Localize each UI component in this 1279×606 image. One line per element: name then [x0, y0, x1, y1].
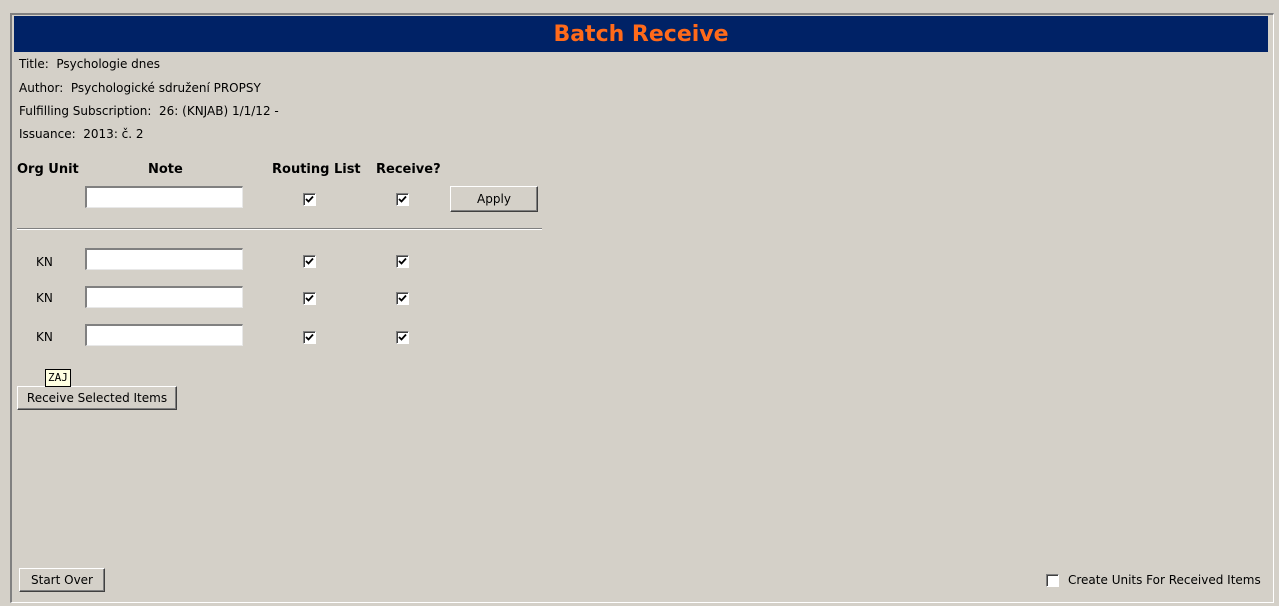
checkmark-icon [398, 294, 407, 302]
batch-receive-panel [10, 13, 1274, 603]
row-note-input[interactable] [85, 286, 243, 308]
checkmark-icon [398, 195, 407, 203]
author-value: Psychologické sdružení PROPSY [70, 81, 261, 95]
title-line: Title: Psychologie dnes [19, 57, 160, 71]
bulk-note-input[interactable] [85, 186, 243, 208]
create-units-label[interactable]: Create Units For Received Items [1068, 573, 1261, 587]
issuance-label: Issuance: [19, 127, 76, 141]
divider [17, 228, 542, 230]
title-value: Psychologie dnes [56, 57, 161, 71]
receive-selected-button[interactable]: Receive Selected Items [17, 386, 177, 410]
row-receive-checkbox[interactable] [396, 255, 409, 268]
subscription-line: Fulfilling Subscription: 26: (KNJAB) 1/1… [19, 104, 279, 118]
row-org-unit: KN [36, 291, 53, 305]
author-line: Author: Psychologické sdružení PROPSY [19, 81, 261, 95]
apply-button[interactable]: Apply [450, 186, 538, 212]
page-header: Batch Receive [14, 16, 1268, 52]
subscription-label: Fulfilling Subscription: [19, 104, 152, 118]
bulk-receive-checkbox[interactable] [396, 193, 409, 206]
subscription-value: 26: (KNJAB) 1/1/12 - [159, 104, 279, 118]
title-label: Title: [19, 57, 49, 71]
author-label: Author: [19, 81, 64, 95]
tooltip: ZAJ [45, 369, 71, 387]
row-routing-checkbox[interactable] [303, 331, 316, 344]
checkmark-icon [305, 294, 314, 302]
checkmark-icon [398, 257, 407, 265]
row-routing-checkbox[interactable] [303, 292, 316, 305]
column-header-routing-list: Routing List [272, 162, 361, 177]
row-receive-checkbox[interactable] [396, 292, 409, 305]
row-routing-checkbox[interactable] [303, 255, 316, 268]
checkmark-icon [305, 257, 314, 265]
row-org-unit: KN [36, 330, 53, 344]
start-over-button[interactable]: Start Over [19, 568, 105, 592]
column-header-org-unit: Org Unit [17, 162, 79, 177]
column-header-receive: Receive? [376, 162, 441, 177]
create-units-checkbox[interactable] [1046, 574, 1059, 587]
checkmark-icon [305, 195, 314, 203]
column-header-note: Note [148, 162, 183, 177]
row-note-input[interactable] [85, 324, 243, 346]
row-note-input[interactable] [85, 248, 243, 270]
issuance-line: Issuance: 2013: č. 2 [19, 127, 144, 141]
issuance-value: 2013: č. 2 [83, 127, 144, 141]
checkmark-icon [398, 333, 407, 341]
checkmark-icon [305, 333, 314, 341]
row-org-unit: KN [36, 255, 53, 269]
bulk-routing-checkbox[interactable] [303, 193, 316, 206]
row-receive-checkbox[interactable] [396, 331, 409, 344]
page-title: Batch Receive [553, 21, 729, 47]
